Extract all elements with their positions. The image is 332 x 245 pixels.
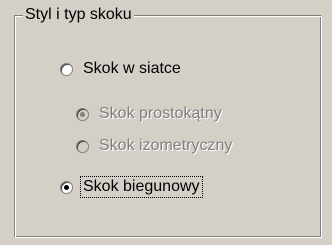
radio-snap-grid[interactable]: Skok w siatce [60,58,183,80]
groupbox-title: Styl i typ skoku [23,6,134,24]
radio-selected-dot [64,184,69,190]
radio-selected-dot [80,111,85,117]
radio-snap-isometric: Skok izometryczny [76,135,234,157]
radio-indicator[interactable] [60,62,73,76]
radio-snap-rectangular: Skok prostokątny [76,103,224,125]
radio-indicator[interactable] [60,180,73,194]
radio-indicator [76,107,89,121]
radio-indicator [76,139,89,153]
radio-snap-polar[interactable]: Skok biegunowy [60,176,203,198]
radio-label-snap-grid[interactable]: Skok w siatce [81,59,183,79]
radio-label-snap-isometric: Skok izometryczny [99,137,233,154]
snap-style-groupbox [14,15,322,238]
radio-label-snap-polar[interactable]: Skok biegunowy [80,176,203,198]
radio-label-snap-rectangular: Skok prostokątny [99,105,222,122]
